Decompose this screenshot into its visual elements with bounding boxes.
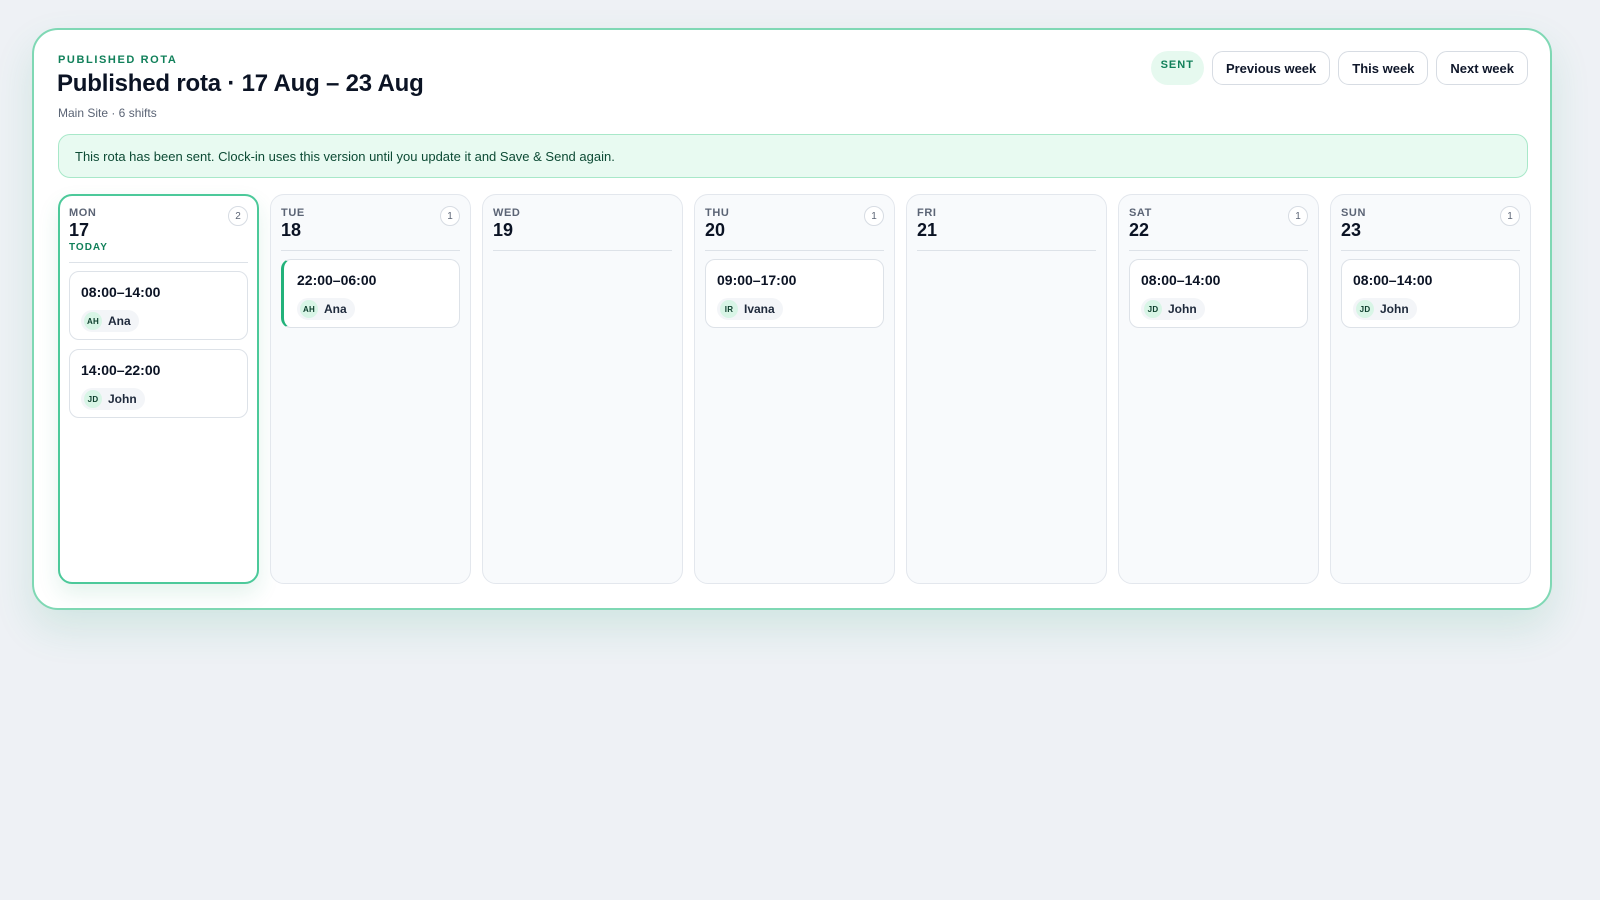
shift-count-badge: 1 xyxy=(1500,206,1520,226)
day-date: 20 xyxy=(705,220,726,240)
assignee-chip: JD John xyxy=(1141,298,1205,320)
shift-card[interactable]: 08:00–14:00 AH Ana xyxy=(69,271,248,340)
day-name: SUN xyxy=(1341,207,1367,219)
rota-panel: PUBLISHED ROTA Published rota · 17 Aug –… xyxy=(32,28,1552,610)
assignee-chip: AH Ana xyxy=(297,298,355,320)
day-column-sat: SAT 22 1 08:00–14:00 JD John xyxy=(1118,194,1319,584)
day-column-wed: WED 19 xyxy=(482,194,683,584)
shift-count-badge: 1 xyxy=(864,206,884,226)
assignee-name: Ana xyxy=(108,314,131,328)
avatar: AH xyxy=(84,312,102,330)
day-divider xyxy=(1129,250,1308,251)
previous-week-button[interactable]: Previous week xyxy=(1211,51,1331,85)
day-divider xyxy=(705,250,884,251)
shift-count-badge: 2 xyxy=(228,206,248,226)
avatar: IR xyxy=(720,300,738,318)
assignee-name: John xyxy=(1168,302,1197,316)
day-date: 23 xyxy=(1341,220,1362,240)
eyebrow-label: PUBLISHED ROTA xyxy=(58,54,178,66)
assignee-name: John xyxy=(108,392,137,406)
day-column-sun: SUN 23 1 08:00–14:00 JD John xyxy=(1330,194,1531,584)
day-divider xyxy=(281,250,460,251)
day-name: THU xyxy=(705,207,730,219)
status-badge: SENT xyxy=(1150,51,1204,85)
day-date: 19 xyxy=(493,220,514,240)
day-name: MON xyxy=(69,207,97,219)
day-column-thu: THU 20 1 09:00–17:00 IR Ivana xyxy=(694,194,895,584)
shift-time: 08:00–14:00 xyxy=(1141,272,1221,288)
sent-notice: This rota has been sent. Clock-in uses t… xyxy=(58,134,1528,178)
day-name: TUE xyxy=(281,207,305,219)
shift-card[interactable]: 08:00–14:00 JD John xyxy=(1341,259,1520,328)
assignee-chip: JD John xyxy=(81,388,145,410)
avatar: AH xyxy=(300,300,318,318)
day-name: FRI xyxy=(917,207,937,219)
day-divider xyxy=(493,250,672,251)
day-column-fri: FRI 21 xyxy=(906,194,1107,584)
avatar: JD xyxy=(84,390,102,408)
page-title: Published rota · 17 Aug – 23 Aug xyxy=(57,70,424,97)
day-date: 17 xyxy=(69,220,90,240)
assignee-name: John xyxy=(1380,302,1409,316)
shift-time: 22:00–06:00 xyxy=(297,272,377,288)
avatar: JD xyxy=(1356,300,1374,318)
shift-time: 08:00–14:00 xyxy=(1353,272,1433,288)
assignee-name: Ana xyxy=(324,302,347,316)
shift-time: 14:00–22:00 xyxy=(81,362,161,378)
next-week-button[interactable]: Next week xyxy=(1436,51,1528,85)
day-date: 21 xyxy=(917,220,938,240)
shift-time: 09:00–17:00 xyxy=(717,272,797,288)
shift-card[interactable]: 14:00–22:00 JD John xyxy=(69,349,248,418)
assignee-chip: JD John xyxy=(1353,298,1417,320)
shift-count-badge: 1 xyxy=(440,206,460,226)
day-column-mon: MON 17 TODAY 2 08:00–14:00 AH Ana 14:00–… xyxy=(58,194,259,584)
this-week-button[interactable]: This week xyxy=(1338,51,1429,85)
day-name: SAT xyxy=(1129,207,1152,219)
page-subtitle: Main Site · 6 shifts xyxy=(58,106,157,120)
day-name: WED xyxy=(493,207,521,219)
today-tag: TODAY xyxy=(69,242,108,253)
day-divider xyxy=(917,250,1096,251)
day-date: 18 xyxy=(281,220,302,240)
shift-card[interactable]: 08:00–14:00 JD John xyxy=(1129,259,1308,328)
week-grid: MON 17 TODAY 2 08:00–14:00 AH Ana 14:00–… xyxy=(58,194,1531,584)
shift-count-badge: 1 xyxy=(1288,206,1308,226)
shift-card[interactable]: 22:00–06:00 AH Ana xyxy=(281,259,460,328)
day-column-tue: TUE 18 1 22:00–06:00 AH Ana xyxy=(270,194,471,584)
assignee-chip: AH Ana xyxy=(81,310,139,332)
week-actions: SENT Previous week This week Next week xyxy=(1150,51,1528,85)
shift-card[interactable]: 09:00–17:00 IR Ivana xyxy=(705,259,884,328)
assignee-name: Ivana xyxy=(744,302,775,316)
day-divider xyxy=(1341,250,1520,251)
day-divider xyxy=(69,262,248,263)
shift-time: 08:00–14:00 xyxy=(81,284,161,300)
assignee-chip: IR Ivana xyxy=(717,298,783,320)
avatar: JD xyxy=(1144,300,1162,318)
day-date: 22 xyxy=(1129,220,1150,240)
